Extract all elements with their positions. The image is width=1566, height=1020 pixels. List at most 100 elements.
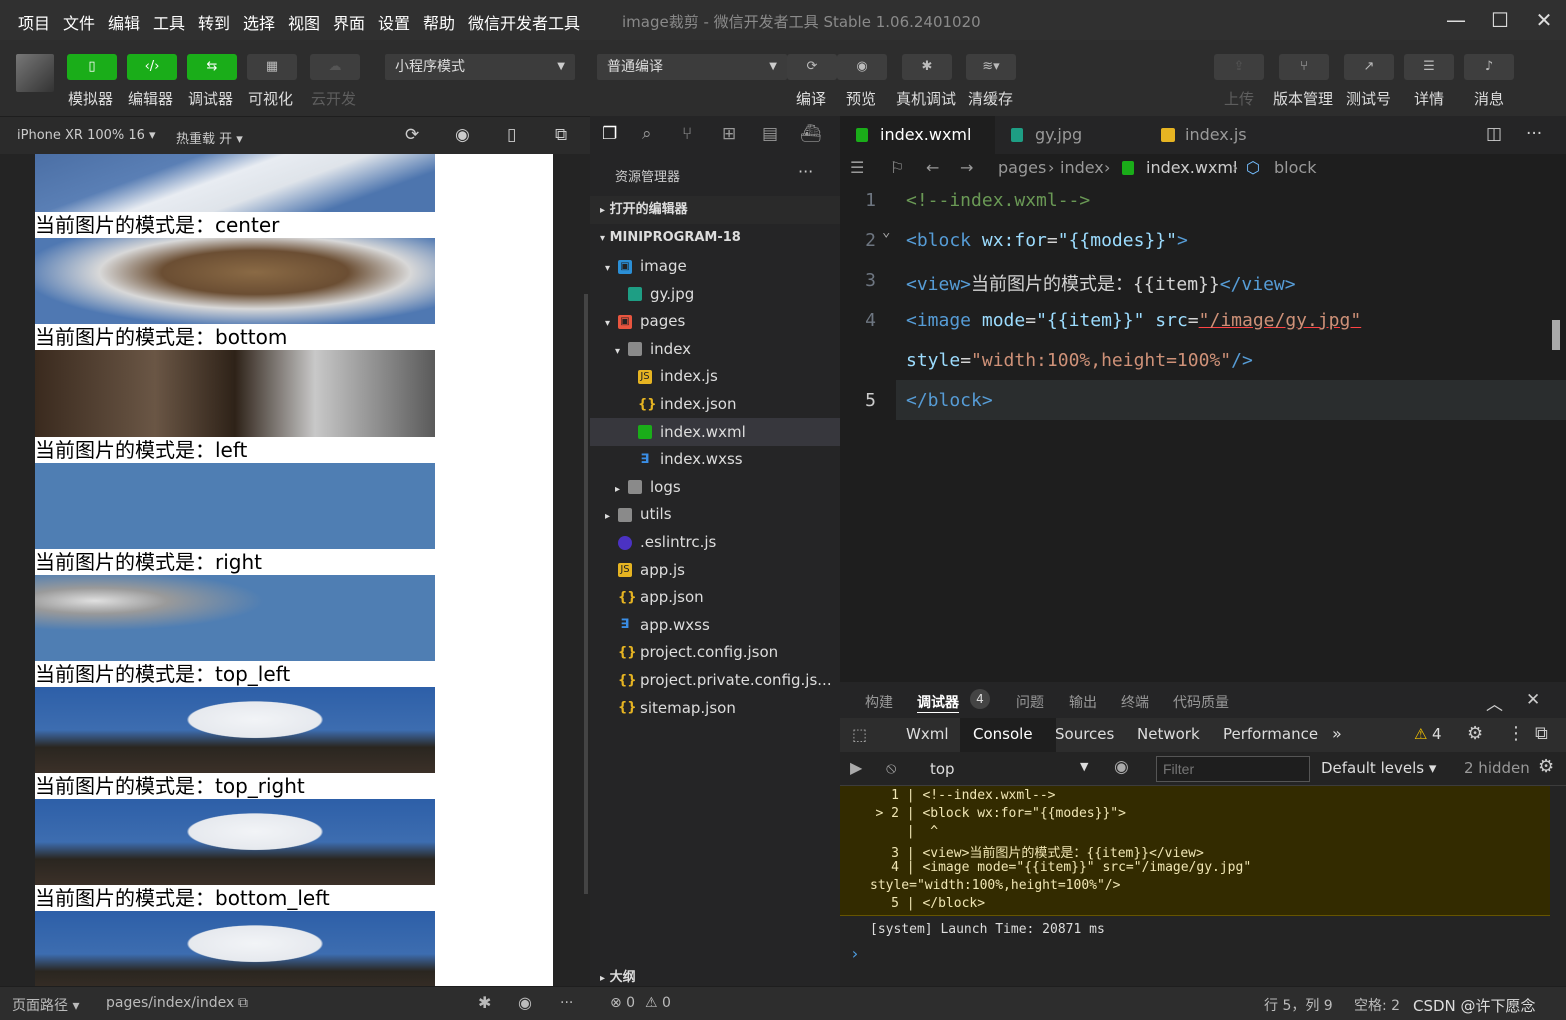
dock-icon[interactable]: ⧉ bbox=[1535, 723, 1548, 744]
bookmark-icon[interactable]: ⚐ bbox=[890, 154, 904, 182]
tree-item[interactable]: {} index.json bbox=[590, 390, 840, 418]
menu-help[interactable]: 帮助 bbox=[423, 10, 455, 34]
kebab-icon[interactable]: ⋮ bbox=[1507, 723, 1525, 744]
visual-button[interactable]: ▦ bbox=[247, 54, 297, 80]
clear-icon[interactable]: ⦸ bbox=[886, 758, 896, 778]
tab-wxml[interactable]: Wxml bbox=[906, 725, 949, 743]
open-editors-section[interactable]: ▸ 打开的编辑器 bbox=[590, 196, 840, 224]
tab-quality[interactable]: 代码质量 bbox=[1173, 692, 1229, 712]
preview-button[interactable]: ◉ bbox=[837, 54, 887, 80]
bug-icon[interactable]: ✱ bbox=[478, 993, 491, 1012]
tree-item[interactable]: ∃ index.wxss bbox=[590, 445, 840, 473]
menu-project[interactable]: 项目 bbox=[18, 10, 50, 34]
eye-icon[interactable]: ◉ bbox=[518, 993, 532, 1012]
tab-performance[interactable]: Performance bbox=[1223, 725, 1318, 743]
files-icon[interactable]: ❐ bbox=[602, 124, 617, 144]
more-tabs-icon[interactable]: » bbox=[1332, 724, 1342, 743]
device-select[interactable]: iPhone XR 100% 16 ▾ bbox=[17, 128, 156, 143]
tree-item[interactable]: ▸ utils bbox=[590, 500, 840, 528]
avatar[interactable] bbox=[16, 54, 54, 92]
fold-icon[interactable]: ⌄ bbox=[882, 224, 890, 240]
search-icon[interactable]: ⌕ bbox=[642, 124, 652, 144]
docker-icon[interactable]: ⛴ bbox=[800, 124, 822, 144]
scrollbar[interactable] bbox=[584, 294, 588, 894]
forward-icon[interactable]: → bbox=[960, 154, 973, 182]
extensions-icon[interactable]: ⊞ bbox=[722, 124, 736, 144]
tab-console[interactable]: Console bbox=[960, 718, 1056, 752]
maximize-icon[interactable]: ☐ bbox=[1478, 5, 1522, 35]
tab-network[interactable]: Network bbox=[1137, 725, 1200, 743]
device-debug-button[interactable]: ✱ bbox=[902, 54, 952, 80]
more-icon[interactable]: ··· bbox=[560, 995, 573, 1011]
hidden-count[interactable]: 2 hidden bbox=[1464, 759, 1530, 777]
menu-interface[interactable]: 界面 bbox=[333, 10, 365, 34]
more-icon[interactable]: ··· bbox=[798, 162, 813, 181]
menu-settings[interactable]: 设置 bbox=[378, 10, 410, 34]
storage-icon[interactable]: ▤ bbox=[762, 124, 778, 144]
menu-tools[interactable]: 工具 bbox=[153, 10, 185, 34]
window-icon[interactable]: ⧉ bbox=[555, 125, 567, 145]
tab-terminal[interactable]: 终端 bbox=[1121, 692, 1149, 712]
tree-item[interactable]: ▸ logs bbox=[590, 473, 840, 501]
details-button[interactable]: ☰ bbox=[1404, 54, 1454, 80]
tree-item[interactable]: ▾ ▣ image bbox=[590, 252, 840, 280]
tree-item[interactable]: JS index.js bbox=[590, 362, 840, 390]
tree-item[interactable]: {} project.private.config.js... bbox=[590, 666, 840, 694]
menu-goto[interactable]: 转到 bbox=[198, 10, 230, 34]
page-path[interactable]: pages/index/index bbox=[106, 995, 234, 1011]
back-icon[interactable]: ← bbox=[926, 154, 939, 182]
editor-button[interactable]: ‹/› bbox=[127, 54, 177, 80]
tree-item[interactable]: {} sitemap.json bbox=[590, 694, 840, 722]
tree-item[interactable]: ▾ ▣ pages bbox=[590, 307, 840, 335]
chevron-up-icon[interactable]: ︿ bbox=[1486, 690, 1503, 715]
tree-item[interactable]: index.wxml bbox=[590, 417, 840, 446]
tree-item[interactable]: ∃ app.wxss bbox=[590, 611, 840, 639]
warning-count[interactable]: 4 bbox=[1432, 725, 1442, 743]
menu-edit[interactable]: 编辑 bbox=[108, 10, 140, 34]
split-editor-icon[interactable]: ◫ bbox=[1486, 124, 1502, 144]
crumb-block[interactable]: block bbox=[1274, 154, 1316, 182]
error-count[interactable]: ⊗ 0 bbox=[610, 995, 635, 1011]
hot-reload-toggle[interactable]: 热重载 开 ▾ bbox=[176, 128, 243, 147]
crumb-index[interactable]: index bbox=[1060, 154, 1104, 182]
gear-icon[interactable]: ⚙ bbox=[1538, 756, 1554, 777]
eye-icon[interactable]: ◉ bbox=[1114, 757, 1129, 777]
tree-item[interactable]: gy.jpg bbox=[590, 280, 840, 308]
context-select[interactable]: top ▼ bbox=[922, 756, 1092, 782]
version-button[interactable]: ⑂ bbox=[1279, 54, 1329, 80]
compile-button[interactable]: ⟳ bbox=[787, 54, 837, 80]
tab-index-js[interactable]: index.js bbox=[1145, 116, 1295, 154]
console-output[interactable]: 1 | <!--index.wxml--> > 2 | <block wx:fo… bbox=[840, 786, 1566, 986]
sidebar-toggle-icon[interactable]: ▶ bbox=[850, 758, 862, 777]
tab-build[interactable]: 构建 bbox=[865, 692, 893, 712]
tab-debugger[interactable]: 调试器 bbox=[917, 692, 959, 713]
tab-sources[interactable]: Sources bbox=[1055, 725, 1114, 743]
tab-index-wxml[interactable]: index.wxml ✕ bbox=[840, 116, 995, 182]
simulator-button[interactable]: ▯ bbox=[67, 54, 117, 80]
clear-cache-button[interactable]: ≋▾ bbox=[966, 54, 1016, 80]
tab-problems[interactable]: 问题 bbox=[1016, 692, 1044, 712]
crumb-file[interactable]: index.wxml bbox=[1146, 154, 1237, 182]
minimize-icon[interactable]: — bbox=[1434, 5, 1478, 35]
tree-item[interactable]: ▾ index bbox=[590, 335, 840, 363]
tree-item[interactable]: .eslintrc.js bbox=[590, 528, 840, 556]
menu-wechat-devtools[interactable]: 微信开发者工具 bbox=[468, 10, 580, 34]
project-section[interactable]: ▾ MINIPROGRAM-18 bbox=[590, 224, 840, 252]
more-icon[interactable]: ··· bbox=[1526, 124, 1542, 144]
tab-gy-jpg[interactable]: gy.jpg bbox=[995, 116, 1145, 154]
test-id-button[interactable]: ↗ bbox=[1344, 54, 1394, 80]
stop-icon[interactable]: ◉ bbox=[455, 125, 470, 145]
page-path-select[interactable]: 页面路径 ▾ bbox=[12, 995, 79, 1015]
menu-select[interactable]: 选择 bbox=[243, 10, 275, 34]
warning-count[interactable]: ⚠ 0 bbox=[645, 995, 671, 1011]
close-icon[interactable]: ✕ bbox=[1522, 5, 1566, 35]
phone-screen[interactable]: 当前图片的模式是：center 当前图片的模式是：bottom 当前图片的模式是… bbox=[35, 154, 553, 986]
copy-icon[interactable]: ⧉ bbox=[238, 995, 248, 1011]
upload-button[interactable]: ⇪ bbox=[1214, 54, 1264, 80]
filter-input[interactable] bbox=[1156, 756, 1310, 782]
cloud-button[interactable]: ☁ bbox=[310, 54, 360, 80]
tab-output[interactable]: 输出 bbox=[1069, 692, 1097, 712]
inspect-icon[interactable]: ⬚ bbox=[852, 725, 867, 744]
tree-item[interactable]: {} project.config.json bbox=[590, 638, 840, 666]
git-icon[interactable]: ⑂ bbox=[682, 124, 692, 144]
